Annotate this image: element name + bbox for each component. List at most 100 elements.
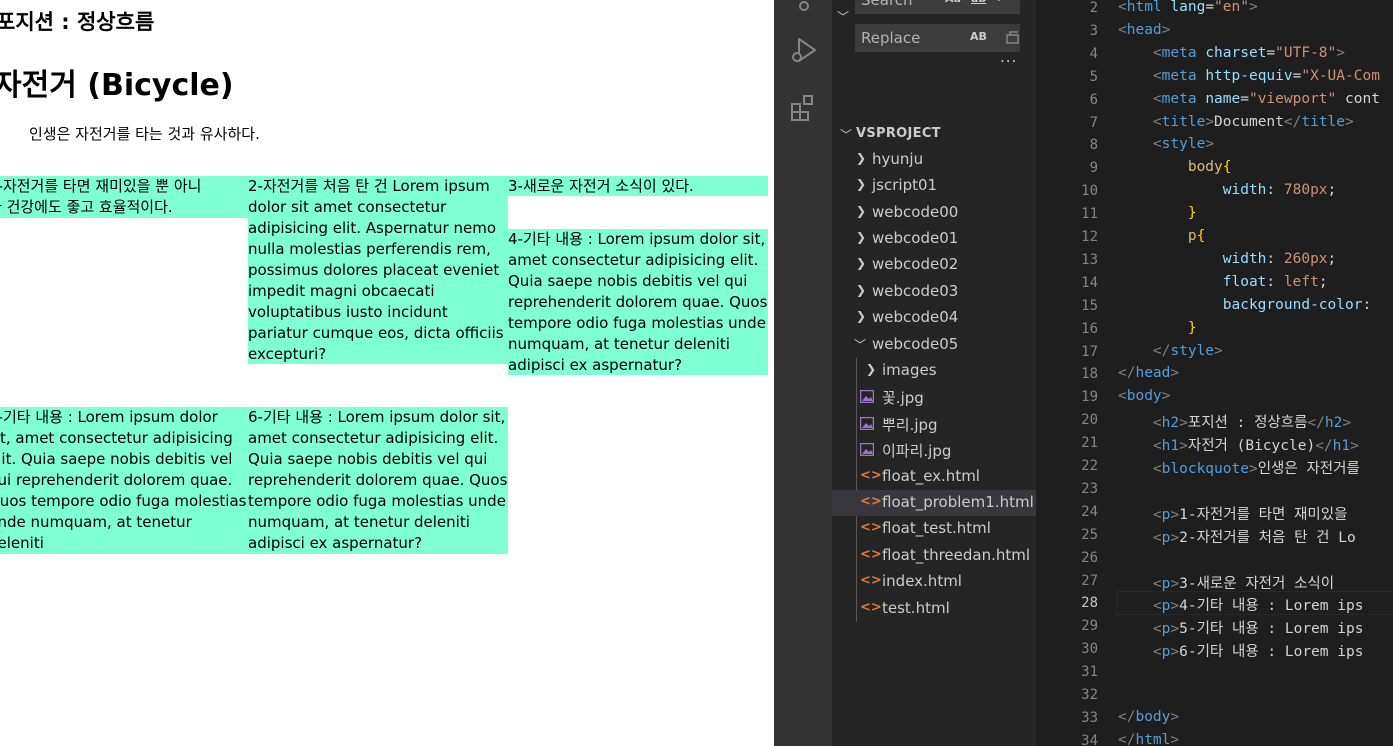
line-number: 30	[1081, 641, 1098, 658]
file-leaf-jpg[interactable]: 이파리.jpg	[832, 437, 1036, 463]
line-number: 8	[1089, 137, 1098, 154]
code-line[interactable]: <head>	[1118, 22, 1170, 38]
tree-item-label: 꽃.jpg	[882, 389, 924, 407]
match-word-icon[interactable]: ab	[971, 0, 986, 5]
preview-paragraph-5: 5-기타 내용 : Lorem ipsum dolor sit, amet co…	[0, 407, 248, 554]
tree-item-label: webcode01	[872, 229, 959, 247]
code-line[interactable]: }	[1118, 320, 1197, 336]
code-line[interactable]: body{	[1118, 159, 1232, 175]
line-number: 20	[1081, 412, 1098, 429]
code-line[interactable]: p{	[1118, 228, 1205, 244]
line-number: 3	[1089, 22, 1098, 39]
code-line[interactable]: background-color:	[1118, 297, 1380, 313]
preview-heading-2: 포지션 : 정상흐름	[0, 10, 155, 34]
file-float-problem1-html[interactable]: <> float_problem1.html	[832, 490, 1036, 516]
line-number: 32	[1081, 687, 1098, 703]
line-number: 10	[1081, 183, 1098, 200]
code-editor[interactable]: 2 3 4 5 6 7 8 9 10 11 12 13 14 15 16 17 18 19 20 21 22 23 24 25…	[1036, 0, 1393, 746]
sidebar: ﹀ Search Aa ab .* Replace AB ... ﹀ VSPRO…	[832, 0, 1036, 746]
line-number: 29	[1081, 618, 1098, 635]
search-input[interactable]: Search Aa ab .*	[855, 0, 1020, 14]
code-line[interactable]: <p>2-자전거를 처음 탄 건 Lo	[1118, 526, 1356, 547]
file-index-html[interactable]: <> index.html	[832, 569, 1036, 595]
file-float-ex-html[interactable]: <> float_ex.html	[832, 464, 1036, 490]
folder-hyunju[interactable]: ❯ hyunju	[832, 147, 1036, 173]
code-line[interactable]: <html lang="en">	[1118, 0, 1258, 15]
image-file-icon	[860, 417, 874, 430]
extensions-icon[interactable]	[788, 92, 820, 124]
tree-item-label: 뿌리.jpg	[882, 416, 938, 434]
replace-all-icon[interactable]	[1004, 28, 1022, 46]
tree-item-label: index.html	[882, 572, 962, 590]
file-flower-jpg[interactable]: 꽃.jpg	[832, 384, 1036, 410]
more-options-icon[interactable]: ...	[1000, 48, 1017, 66]
folder-webcode04[interactable]: ❯ webcode04	[832, 305, 1036, 331]
code-line[interactable]: <title>Document</title>	[1118, 114, 1354, 130]
file-root-jpg[interactable]: 뿌리.jpg	[832, 411, 1036, 437]
code-line[interactable]: width: 780px;	[1118, 182, 1337, 198]
folder-webcode05[interactable]: ﹀ webcode05	[832, 332, 1036, 358]
folder-images[interactable]: ❯ images	[832, 358, 1036, 384]
chevron-down-icon[interactable]: ﹀	[837, 8, 849, 25]
line-number: 21	[1081, 435, 1098, 452]
chevron-down-icon: ﹀	[854, 338, 867, 352]
line-number: 24	[1081, 503, 1098, 520]
code-line[interactable]: <p>6-기타 내용 : Lorem ips	[1118, 640, 1364, 661]
line-number: 19	[1081, 389, 1098, 406]
folder-jscript01[interactable]: ❯ jscript01	[832, 173, 1036, 199]
code-line[interactable]: <style>	[1118, 136, 1214, 152]
code-line[interactable]: </head>	[1118, 365, 1179, 381]
line-number: 11	[1081, 206, 1098, 223]
code-line[interactable]: <p>5-기타 내용 : Lorem ips	[1118, 617, 1364, 638]
code-line[interactable]: <blockquote>인생은 자전거를	[1118, 457, 1360, 478]
file-float-test-html[interactable]: <> float_test.html	[832, 516, 1036, 542]
line-number: 23	[1081, 480, 1098, 497]
preview-blockquote: 인생은 자전거를 타는 것과 유사하다.	[29, 125, 260, 143]
source-control-icon[interactable]	[788, 0, 820, 18]
line-number: 34	[1081, 732, 1098, 746]
replace-input[interactable]: Replace AB	[855, 24, 1020, 52]
line-number: 2	[1089, 0, 1098, 16]
code-line[interactable]: <h2>포지션 : 정상흐름</h2>	[1118, 411, 1351, 432]
code-line[interactable]: <meta http-equiv="X-UA-Com	[1118, 68, 1380, 84]
match-case-icon[interactable]: Aa	[945, 0, 961, 5]
code-line[interactable]: </style>	[1118, 343, 1223, 359]
folder-webcode01[interactable]: ❯ webcode01	[832, 226, 1036, 252]
code-line[interactable]: <body>	[1118, 388, 1170, 404]
folder-webcode02[interactable]: ❯ webcode02	[832, 252, 1036, 278]
chevron-right-icon: ❯	[856, 256, 867, 270]
code-line[interactable]: <p>3-새로운 자전거 소식이	[1118, 572, 1343, 593]
line-number: 6	[1089, 91, 1098, 108]
code-line[interactable]: <meta charset="UTF-8">	[1118, 45, 1345, 61]
tree-item-label: float_ex.html	[882, 467, 980, 485]
chevron-right-icon: ❯	[856, 309, 867, 323]
line-number: 12	[1081, 229, 1098, 245]
line-number: 15	[1081, 297, 1098, 314]
file-test-html[interactable]: <> test.html	[832, 596, 1036, 622]
folder-webcode03[interactable]: ❯ webcode03	[832, 279, 1036, 305]
preserve-case-icon[interactable]: AB	[970, 30, 987, 43]
image-file-icon	[860, 390, 874, 403]
code-line[interactable]: width: 260px;	[1118, 251, 1337, 267]
code-line[interactable]: </body>	[1118, 709, 1179, 725]
code-line[interactable]: <meta name="viewport" cont	[1118, 91, 1380, 107]
regex-icon[interactable]: .*	[997, 0, 1007, 4]
search-placeholder: Search	[861, 0, 913, 9]
file-float-threedan-html[interactable]: <> float_threedan.html	[832, 543, 1036, 569]
chevron-down-icon[interactable]: ﹀	[840, 126, 852, 143]
code-line[interactable]: </html>	[1118, 732, 1179, 746]
preview-paragraph-2: 2-자전거를 처음 탄 건 Lorem ipsum dolor sit amet…	[248, 176, 508, 364]
run-debug-icon[interactable]	[788, 34, 820, 66]
code-line[interactable]: float: left;	[1118, 274, 1328, 290]
code-line[interactable]: <h1>자전거 (Bicycle)</h1>	[1118, 434, 1359, 455]
code-line[interactable]: }	[1118, 205, 1197, 221]
tree-item-label: images	[882, 361, 937, 379]
code-line[interactable]: <p>1-자전거를 타면 재미있을	[1118, 503, 1348, 524]
line-number: 13	[1081, 251, 1098, 268]
explorer-section-title[interactable]: VSPROJECT	[856, 126, 941, 141]
chevron-right-icon: ❯	[856, 230, 867, 244]
preview-paragraph-6: 6-기타 내용 : Lorem ipsum dolor sit, amet co…	[248, 407, 508, 554]
line-number: 4	[1089, 45, 1098, 62]
code-line[interactable]: <p>4-기타 내용 : Lorem ips	[1118, 594, 1364, 615]
folder-webcode00[interactable]: ❯ webcode00	[832, 200, 1036, 226]
